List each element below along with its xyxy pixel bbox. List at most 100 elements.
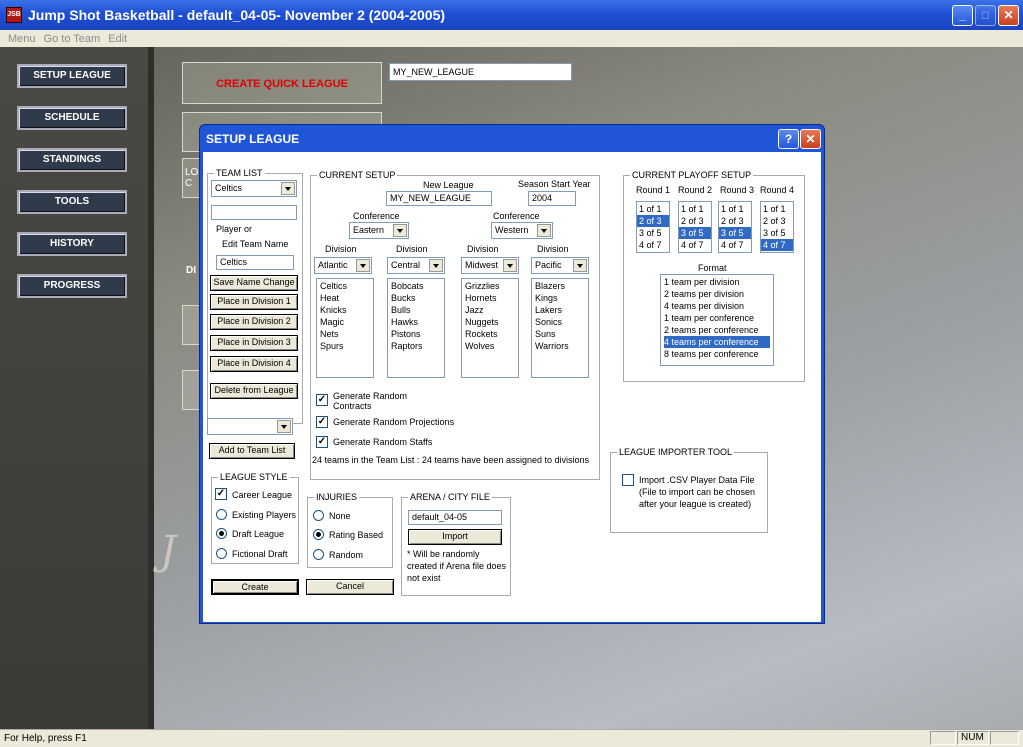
division-3-team-list[interactable]: Grizzlies Hornets Jazz Nuggets Rockets W… [461,278,519,378]
place-division-1-button[interactable]: Place in Division 1 [210,294,298,310]
list-item[interactable]: 2 of 3 [719,215,751,227]
nav-tools-button[interactable]: TOOLS [17,190,127,214]
division-4-select[interactable]: Pacific [531,257,589,274]
list-item[interactable]: 4 teams per division [664,300,770,312]
career-league-checkbox[interactable]: ✓ [215,488,227,500]
list-item[interactable]: Wolves [465,340,515,352]
list-item[interactable]: 1 of 1 [679,203,711,215]
round-4-series-list[interactable]: 1 of 1 2 of 3 3 of 5 4 of 7 [760,201,794,253]
minimize-button[interactable]: _ [952,5,973,26]
player-search-field[interactable] [211,205,297,220]
list-item[interactable]: Nets [320,328,370,340]
nav-history-button[interactable]: HISTORY [17,232,127,256]
list-item[interactable]: Kings [535,292,585,304]
create-quick-league-button[interactable]: CREATE QUICK LEAGUE [182,62,382,104]
import-csv-checkbox[interactable] [622,474,634,486]
list-item[interactable]: Bobcats [391,280,441,292]
dialog-help-button[interactable]: ? [778,129,799,149]
list-item[interactable]: 1 of 1 [761,203,793,215]
list-item[interactable]: Bucks [391,292,441,304]
nav-schedule-button[interactable]: SCHEDULE [17,106,127,130]
nav-progress-button[interactable]: PROGRESS [17,274,127,298]
list-item[interactable]: 1 of 1 [637,203,669,215]
place-division-4-button[interactable]: Place in Division 4 [210,356,298,372]
quick-league-name-field[interactable]: MY_NEW_LEAGUE [389,63,572,81]
cancel-button[interactable]: Cancel [306,579,394,595]
list-item[interactable]: 4 teams per conference [664,336,770,348]
playoff-format-list[interactable]: 1 team per division 2 teams per division… [660,274,774,366]
place-division-3-button[interactable]: Place in Division 3 [210,335,298,351]
dialog-close-button[interactable]: ✕ [800,129,821,149]
list-item[interactable]: Hornets [465,292,515,304]
list-item[interactable]: 2 of 3 [761,215,793,227]
list-item[interactable]: Hawks [391,316,441,328]
list-item[interactable]: 3 of 5 [637,227,669,239]
division-1-team-list[interactable]: Celtics Heat Knicks Magic Nets Spurs [316,278,374,378]
list-item[interactable]: Bulls [391,304,441,316]
list-item[interactable]: Knicks [320,304,370,316]
list-item[interactable]: 3 of 5 [719,227,751,239]
list-item[interactable]: Sonics [535,316,585,328]
list-item[interactable]: Suns [535,328,585,340]
list-item[interactable]: Lakers [535,304,585,316]
list-item[interactable]: 1 team per conference [664,312,770,324]
list-item[interactable]: Jazz [465,304,515,316]
generate-projections-checkbox[interactable]: ✓ [316,416,328,428]
list-item[interactable]: 2 teams per conference [664,324,770,336]
list-item[interactable]: Heat [320,292,370,304]
division-2-select[interactable]: Central [387,257,445,274]
injuries-random-radio[interactable] [313,549,324,560]
list-item[interactable]: 4 of 7 [719,239,751,251]
save-name-change-button[interactable]: Save Name Change [210,275,298,291]
injuries-none-radio[interactable] [313,510,324,521]
list-item[interactable]: Spurs [320,340,370,352]
list-item[interactable]: Grizzlies [465,280,515,292]
list-item[interactable]: Warriors [535,340,585,352]
add-to-team-list-button[interactable]: Add to Team List [209,443,295,459]
new-league-field[interactable]: MY_NEW_LEAGUE [386,191,492,206]
import-arena-button[interactable]: Import [408,529,502,545]
list-item[interactable]: 4 of 7 [637,239,669,251]
generate-staffs-checkbox[interactable]: ✓ [316,436,328,448]
menu-item-go-to-team[interactable]: Go to Team [44,33,101,45]
list-item[interactable]: Magic [320,316,370,328]
team-select[interactable]: Celtics [211,180,297,197]
list-item[interactable]: Celtics [320,280,370,292]
arena-file-field[interactable]: default_04-05 [408,510,502,525]
menu-item-edit[interactable]: Edit [108,33,127,45]
edit-team-name-field[interactable]: Celtics [216,255,294,270]
list-item[interactable]: Raptors [391,340,441,352]
division-4-team-list[interactable]: Blazers Kings Lakers Sonics Suns Warrior… [531,278,589,378]
list-item[interactable]: Rockets [465,328,515,340]
list-item[interactable]: 3 of 5 [679,227,711,239]
list-item[interactable]: 1 of 1 [719,203,751,215]
add-team-select[interactable] [207,418,293,435]
delete-from-league-button[interactable]: Delete from League [210,383,298,399]
round-2-series-list[interactable]: 1 of 1 2 of 3 3 of 5 4 of 7 [678,201,712,253]
existing-players-radio[interactable] [216,509,227,520]
conference-east-select[interactable]: Eastern [349,222,409,239]
list-item[interactable]: 4 of 7 [761,239,793,251]
menu-item-menu[interactable]: Menu [8,33,36,45]
division-3-select[interactable]: Midwest [461,257,519,274]
nav-setup-league-button[interactable]: SETUP LEAGUE [17,64,127,88]
fictional-draft-radio[interactable] [216,548,227,559]
list-item[interactable]: Blazers [535,280,585,292]
list-item[interactable]: Pistons [391,328,441,340]
close-window-button[interactable]: ✕ [998,5,1019,26]
division-1-select[interactable]: Atlantic [314,257,372,274]
list-item[interactable]: 1 team per division [664,276,770,288]
place-division-2-button[interactable]: Place in Division 2 [210,314,298,330]
maximize-button[interactable]: □ [975,5,996,26]
create-button[interactable]: Create [211,579,299,595]
list-item[interactable]: 2 of 3 [637,215,669,227]
list-item[interactable]: Nuggets [465,316,515,328]
season-start-year-field[interactable]: 2004 [528,191,576,206]
list-item[interactable]: 8 teams per conference [664,348,770,360]
list-item[interactable]: 2 teams per division [664,288,770,300]
draft-league-radio[interactable] [216,528,227,539]
list-item[interactable]: 4 of 7 [679,239,711,251]
round-1-series-list[interactable]: 1 of 1 2 of 3 3 of 5 4 of 7 [636,201,670,253]
injuries-rating-based-radio[interactable] [313,529,324,540]
conference-west-select[interactable]: Western [491,222,553,239]
